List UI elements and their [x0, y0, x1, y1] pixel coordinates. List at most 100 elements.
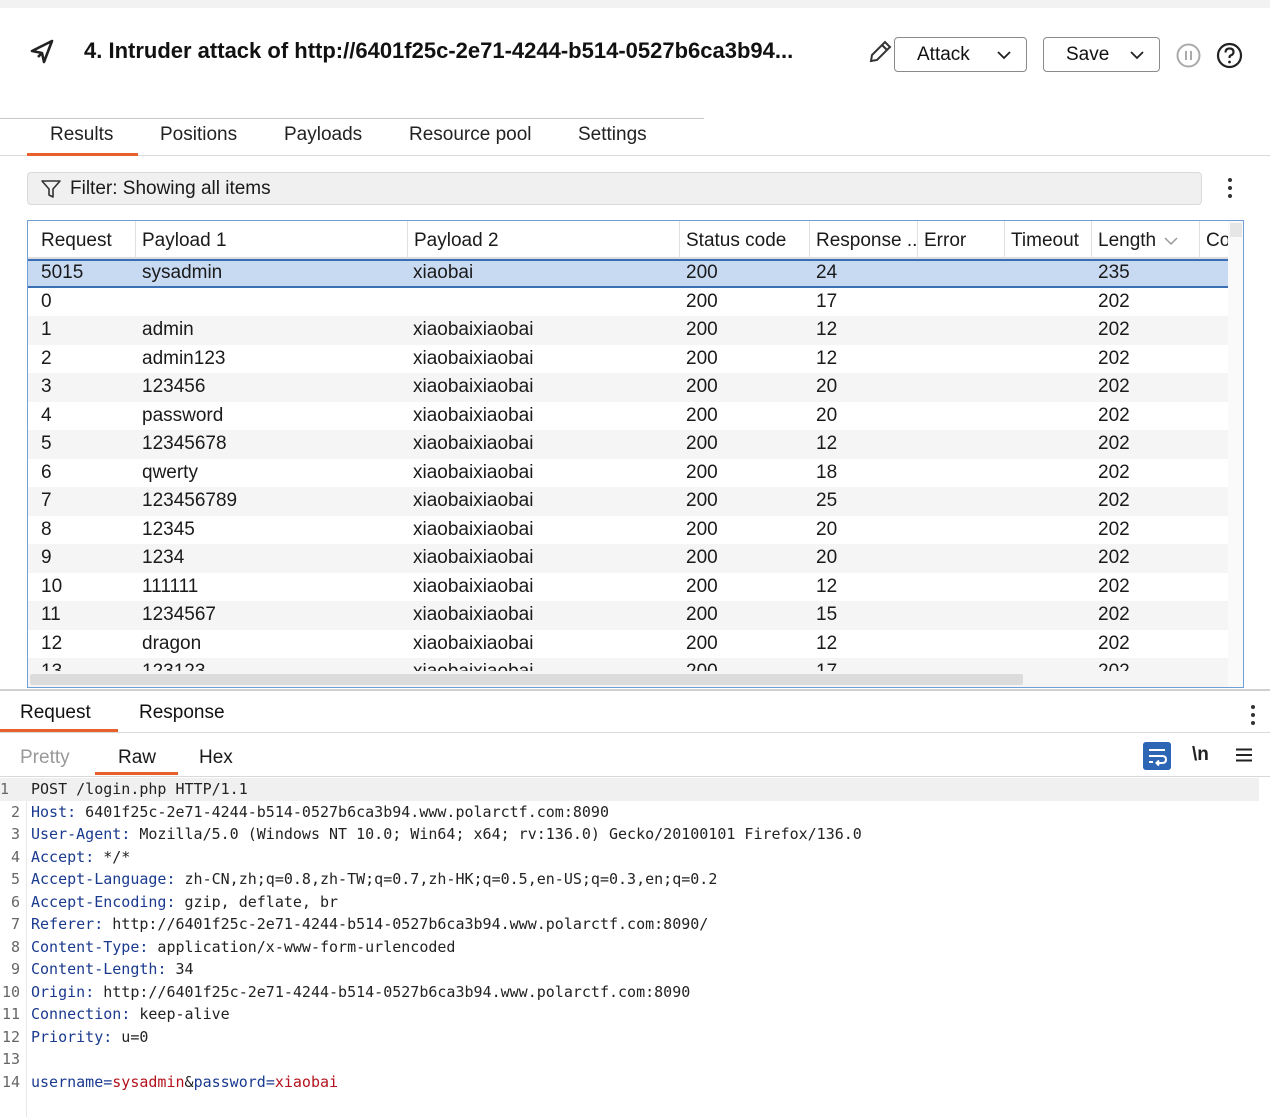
message-tabs: Request Response — [0, 691, 1270, 733]
horizontal-scrollbar[interactable] — [28, 671, 1228, 687]
col-header-response[interactable]: Response ... — [810, 221, 918, 259]
word-wrap-icon[interactable] — [1143, 742, 1171, 770]
filter-text: Filter: Showing all items — [70, 178, 271, 199]
header-value: http://6401f25c-2e71-4244-b514-0527b6ca3… — [94, 982, 691, 1001]
table-options-kebab-icon[interactable] — [1227, 176, 1233, 200]
line-content: Content-Length: 34 — [31, 960, 194, 978]
cell-request: 4 — [41, 404, 52, 426]
header-value: Mozilla/5.0 (Windows NT 10.0; Win64; x64… — [130, 825, 862, 843]
save-button[interactable]: Save — [1043, 37, 1160, 72]
line-number: 4 — [10, 847, 20, 866]
hamburger-menu-icon[interactable] — [1236, 748, 1252, 762]
header-colon: : — [121, 825, 131, 843]
table-header: Request Payload 1 Payload 2 Status code … — [28, 221, 1228, 259]
cell-payload2: xiaobaixiaobai — [413, 604, 534, 625]
cell-payload1: 123456789 — [142, 490, 238, 511]
horizontal-scrollbar-thumb[interactable] — [30, 674, 1023, 685]
line-number: 14 — [1, 1072, 20, 1091]
cell-status: 200 — [686, 661, 718, 671]
col-header-error[interactable]: Error — [918, 221, 1005, 259]
attack-button[interactable]: Attack — [894, 37, 1027, 72]
header-value: application/x-www-form-urlencoded — [148, 937, 456, 956]
code-line: 11 Connection: keep-alive — [0, 1003, 1270, 1026]
cell-request: 3 — [41, 376, 52, 397]
cell-request: 5 — [41, 433, 52, 454]
header-name: Accept — [31, 847, 86, 866]
tab-response[interactable]: Response — [139, 702, 225, 732]
line-number: 7 — [10, 915, 20, 933]
help-icon[interactable] — [1216, 42, 1243, 69]
table-row[interactable]: 10 111111 xiaobaixiaobai 200 12 202 — [28, 573, 1228, 602]
header-name: Host — [31, 802, 68, 821]
cell-request: 12 — [41, 632, 63, 654]
filter-bar[interactable]: Filter: Showing all items — [27, 172, 1202, 205]
view-mode-tabs: Pretty Raw Hex — [0, 733, 1270, 777]
tab-raw[interactable]: Raw — [94, 747, 179, 775]
table-row[interactable]: 13 123123 xiaobaixiaobai 200 17 202 — [28, 658, 1228, 671]
tab-settings[interactable]: Settings — [578, 124, 647, 156]
edit-title-icon[interactable] — [866, 38, 894, 66]
cell-length: 202 — [1098, 575, 1130, 597]
cell-response: 17 — [816, 290, 838, 312]
table-row[interactable]: 7 123456789 xiaobaixiaobai 200 25 202 — [28, 487, 1228, 516]
cell-status: 200 — [686, 290, 718, 312]
table-row[interactable]: 11 1234567 xiaobaixiaobai 200 15 202 — [28, 601, 1228, 630]
pause-icon[interactable] — [1176, 43, 1201, 68]
col-header-comment[interactable]: Co — [1200, 221, 1228, 259]
cell-response: 12 — [816, 632, 838, 654]
raw-request-editor[interactable]: 1 POST /login.php HTTP/1.1 2 Host: 6401f25c… — [0, 778, 1270, 1117]
table-row[interactable]: 3 123456 xiaobaixiaobai 200 20 202 — [28, 373, 1228, 402]
tab-resource-pool[interactable]: Resource pool — [409, 124, 532, 156]
header-colon: : — [85, 982, 95, 1001]
cell-length: 202 — [1098, 433, 1130, 454]
table-row[interactable]: 0 200 17 202 — [28, 288, 1228, 317]
table-row[interactable]: 4 password xiaobaixiaobai 200 20 202 — [28, 402, 1228, 431]
cell-response: 18 — [816, 461, 838, 483]
vertical-scrollbar-thumb[interactable] — [1230, 223, 1242, 237]
vertical-scrollbar[interactable] — [1228, 221, 1243, 687]
save-button-label: Save — [1066, 43, 1110, 65]
table-row-selected[interactable]: 5015 sysadmin xiaobai 200 24 235 — [28, 259, 1228, 288]
table-row[interactable]: 8 12345 xiaobaixiaobai 200 20 202 — [28, 516, 1228, 545]
param-separator: & — [184, 1072, 194, 1091]
col-header-status-code[interactable]: Status code — [680, 221, 810, 259]
cell-payload2: xiaobaixiaobai — [413, 376, 534, 397]
col-header-timeout[interactable]: Timeout — [1005, 221, 1092, 259]
table-row[interactable]: 5 12345678 xiaobaixiaobai 200 12 202 — [28, 430, 1228, 459]
col-header-request[interactable]: Request — [35, 221, 136, 259]
cell-payload2: xiaobaixiaobai — [413, 319, 534, 340]
message-options-kebab-icon[interactable] — [1250, 703, 1256, 727]
table-row[interactable]: 9 1234 xiaobaixiaobai 200 20 202 — [28, 544, 1228, 573]
attack-button-label: Attack — [917, 43, 970, 65]
tab-hex[interactable]: Hex — [199, 747, 233, 775]
table-row[interactable]: 2 admin123 xiaobaixiaobai 200 12 202 — [28, 345, 1228, 374]
header-name: Content-Length — [31, 960, 158, 978]
table-row[interactable]: 12 dragon xiaobaixiaobai 200 12 202 — [28, 630, 1228, 659]
table-row[interactable]: 6 qwerty xiaobaixiaobai 200 18 202 — [28, 459, 1228, 488]
cell-response: 12 — [816, 347, 838, 369]
line-content: POST /login.php HTTP/1.1 — [31, 780, 248, 798]
tab-results[interactable]: Results — [26, 124, 139, 156]
table-row[interactable]: 1 admin xiaobaixiaobai 200 12 202 — [28, 316, 1228, 345]
show-newlines-icon[interactable]: \n — [1192, 744, 1209, 766]
param-equals: = — [265, 1072, 275, 1091]
cell-payload1: qwerty — [142, 461, 198, 483]
tab-payloads[interactable]: Payloads — [284, 124, 362, 156]
cell-response: 25 — [816, 490, 838, 511]
col-header-length[interactable]: Length — [1092, 221, 1200, 259]
tab-request[interactable]: Request — [0, 702, 118, 732]
cell-status: 200 — [686, 376, 718, 397]
cell-request: 6 — [41, 461, 52, 483]
cell-status: 200 — [686, 404, 718, 426]
tab-positions[interactable]: Positions — [160, 124, 237, 156]
attack-tabs: Results Positions Payloads Resource pool… — [0, 118, 1270, 156]
line-content: Referer: http://6401f25c-2e71-4244-b514-… — [31, 915, 708, 933]
tab-pretty[interactable]: Pretty — [20, 747, 70, 775]
col-header-payload1[interactable]: Payload 1 — [136, 221, 408, 259]
cell-payload1: admin — [142, 319, 194, 340]
line-content: User-Agent: Mozilla/5.0 (Windows NT 10.0… — [31, 825, 862, 843]
col-header-payload2[interactable]: Payload 2 — [408, 221, 680, 259]
code-line: 9 Content-Length: 34 — [0, 958, 1270, 981]
header-colon: : — [121, 1005, 131, 1023]
line-number: 12 — [1, 1027, 20, 1046]
